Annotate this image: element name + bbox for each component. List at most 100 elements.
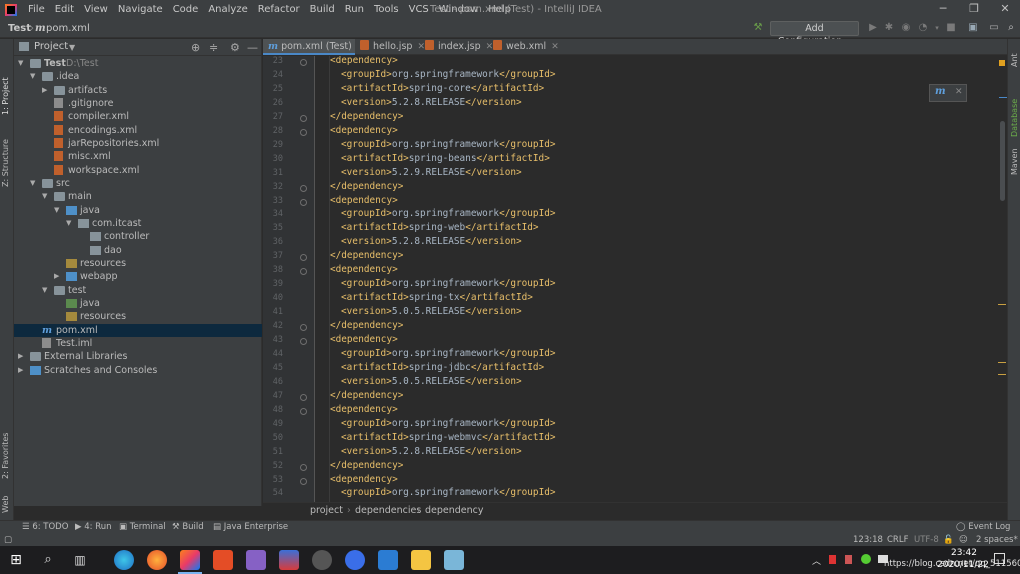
fold-marker-icon[interactable] (300, 254, 307, 262)
java-enterprise-tool-button[interactable]: ▤ Java Enterprise (213, 522, 288, 532)
expand-arrow-icon[interactable]: ▼ (18, 57, 26, 70)
edge-browser-icon[interactable] (114, 550, 134, 570)
fold-marker-icon[interactable] (300, 128, 307, 136)
project-structure-icon[interactable]: ▣ (966, 21, 980, 35)
fold-marker-icon[interactable] (300, 463, 307, 471)
app-icon[interactable] (279, 550, 299, 570)
breadcrumb-dependencies[interactable]: dependencies (355, 505, 421, 516)
line-separator[interactable]: CRLF (887, 535, 908, 546)
tree-item[interactable]: compiler.xml (14, 110, 262, 123)
fold-marker-icon[interactable] (300, 338, 307, 345)
fold-marker-icon[interactable] (300, 407, 307, 415)
tree-item[interactable]: resources (14, 257, 262, 270)
clock-date[interactable]: 2020/11/22 (937, 560, 989, 570)
structure-tool-tab[interactable]: Z: Structure (1, 139, 10, 187)
code-editor[interactable]: <dependency> <groupId>org.springframework… (315, 56, 1005, 502)
maven-tool-tab[interactable]: Maven (1010, 148, 1019, 175)
warning-indicator-icon[interactable] (999, 60, 1005, 66)
tree-item[interactable]: ▼ com.itcast (14, 217, 262, 230)
dropdown-icon[interactable]: ▾ (930, 21, 944, 35)
collapse-arrow-icon[interactable]: ▶ (42, 84, 50, 97)
menu-file[interactable]: File (23, 0, 50, 19)
menu-refactor[interactable]: Refactor (253, 0, 305, 19)
breadcrumb-dependency[interactable]: dependency (425, 505, 484, 516)
windows-start-icon[interactable]: ⊞ (6, 550, 26, 570)
fold-marker-icon[interactable] (300, 477, 307, 485)
coverage-icon[interactable]: ◉ (899, 21, 913, 35)
maven-reload-popup[interactable]: m ✕ (929, 84, 967, 102)
expand-arrow-icon[interactable]: ▼ (54, 204, 62, 217)
tree-item[interactable]: dao (14, 244, 262, 257)
close-popup-icon[interactable]: ✕ (955, 87, 963, 97)
tree-item[interactable]: .gitignore (14, 97, 262, 110)
word-icon[interactable] (378, 550, 398, 570)
tab-hello-jsp[interactable]: hello.jsp ✕ (360, 39, 425, 55)
fold-marker-icon[interactable] (300, 324, 307, 332)
stop-icon[interactable]: ■ (944, 21, 958, 35)
menu-tools[interactable]: Tools (369, 0, 404, 19)
tree-item[interactable]: ▼ main (14, 190, 262, 203)
notepad-icon[interactable] (444, 550, 464, 570)
tree-item[interactable]: encodings.xml (14, 124, 262, 137)
fold-marker-icon[interactable] (300, 114, 307, 122)
settings-gear-icon[interactable]: ⚙ (230, 41, 240, 54)
tree-item[interactable]: ▶ webapp (14, 270, 262, 283)
collapse-arrow-icon[interactable]: ▶ (18, 350, 26, 363)
locate-icon[interactable]: ⊕ (191, 41, 200, 54)
close-tab-icon[interactable]: ✕ (551, 42, 559, 52)
view-dropdown-icon[interactable]: ▼ (69, 43, 75, 52)
tree-item[interactable]: misc.xml (14, 150, 262, 163)
expand-arrow-icon[interactable]: ▼ (30, 177, 38, 190)
caret-position[interactable]: 123:18 (853, 535, 883, 546)
taskbar-search-icon[interactable]: ⌕ (38, 550, 58, 570)
tray-expand-icon[interactable]: ︿ (812, 554, 821, 567)
tree-item[interactable]: Test.iml (14, 337, 262, 350)
tab-web-xml[interactable]: web.xml ✕ (493, 39, 559, 55)
tree-item[interactable]: ▼ src (14, 177, 262, 190)
menu-edit[interactable]: Edit (50, 0, 79, 19)
minimize-icon[interactable]: ─ (928, 0, 958, 19)
tray-app-icon[interactable] (845, 555, 852, 564)
collapse-arrow-icon[interactable]: ▶ (18, 364, 26, 377)
tray-app-icon[interactable] (861, 554, 871, 564)
menu-navigate[interactable]: Navigate (113, 0, 168, 19)
run-icon[interactable]: ▶ (866, 21, 880, 35)
close-window-icon[interactable]: ✕ (990, 0, 1020, 19)
menu-code[interactable]: Code (168, 0, 204, 19)
nav-file[interactable]: pom.xml (46, 19, 90, 38)
tree-item[interactable]: ▼ .idea (14, 70, 262, 83)
fold-marker-icon[interactable] (300, 393, 307, 401)
tree-item[interactable]: ▶ Scratches and Consoles (14, 364, 262, 377)
toggle-tool-windows-icon[interactable]: ▢ (4, 535, 12, 546)
tree-item[interactable]: workspace.xml (14, 164, 262, 177)
todo-tool-button[interactable]: ☰ 6: TODO (22, 522, 68, 532)
expand-arrow-icon[interactable]: ▼ (42, 190, 50, 203)
fold-marker-icon[interactable] (300, 59, 307, 66)
close-tab-icon[interactable]: ✕ (417, 42, 425, 52)
tab-index-jsp[interactable]: index.jsp ✕ (425, 39, 493, 55)
notification-icon[interactable] (994, 553, 1005, 564)
event-log-button[interactable]: ◯ Event Log (956, 522, 1010, 532)
build-hammer-icon[interactable]: ⚒ (751, 21, 765, 35)
database-tool-tab[interactable]: Database (1010, 99, 1019, 137)
menu-analyze[interactable]: Analyze (203, 0, 252, 19)
expand-arrow-icon[interactable]: ▼ (42, 284, 50, 297)
profile-icon[interactable]: ◔ (916, 21, 930, 35)
build-tool-button[interactable]: ⚒ Build (172, 522, 204, 532)
task-view-icon[interactable]: ▥ (70, 550, 90, 570)
tray-app-icon[interactable] (829, 555, 836, 564)
layout-icon[interactable]: ▭ (987, 21, 1001, 35)
fold-marker-icon[interactable] (300, 184, 307, 192)
indent-setting[interactable]: 2 spaces* (976, 535, 1018, 546)
hbuilder-icon[interactable] (213, 550, 233, 570)
fold-marker-icon[interactable] (300, 198, 307, 206)
menu-run[interactable]: Run (340, 0, 369, 19)
menu-build[interactable]: Build (305, 0, 340, 19)
error-stripe[interactable] (995, 56, 1007, 502)
collapse-all-icon[interactable]: ≑ (209, 41, 218, 54)
nav-project[interactable]: Test (8, 19, 31, 38)
maven-reload-icon[interactable]: m (935, 86, 946, 97)
tab-pom-xml[interactable]: m pom.xml (Test) ✕ (263, 39, 367, 55)
debug-icon[interactable]: ✱ (882, 21, 896, 35)
editor-gutter[interactable]: 23 24 25 26 27 28 29 30 31 32 33 34 35 36 37 38 39 40 41 42… (263, 56, 315, 502)
